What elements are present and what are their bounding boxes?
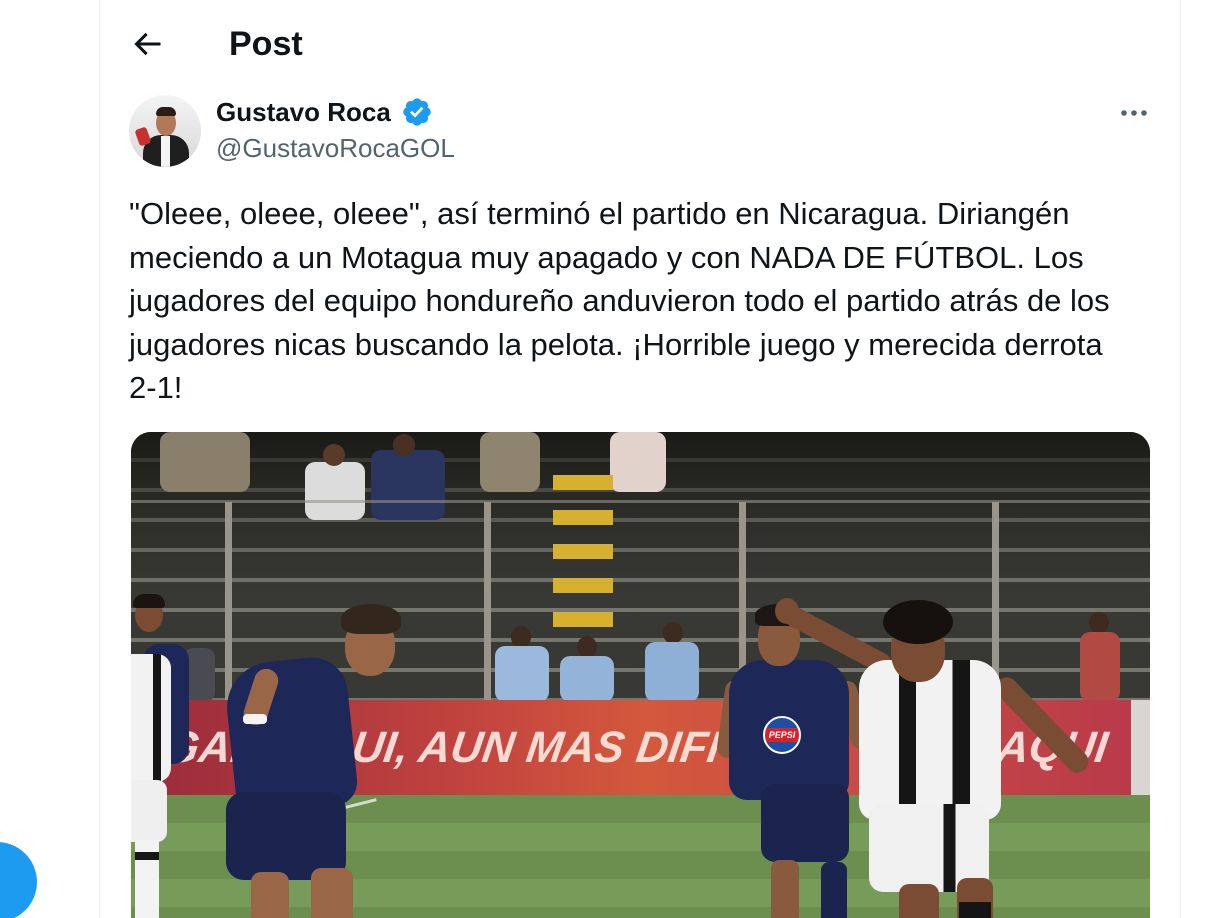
verified-badge-icon xyxy=(403,98,431,126)
author-handle[interactable]: @GustavoRocaGOL xyxy=(216,132,455,164)
avatar[interactable] xyxy=(129,95,201,167)
author-name-row: Gustavo Roca xyxy=(216,96,433,128)
avatar-shirt xyxy=(161,136,170,167)
tweet-text-line: jugadores nicas buscando la pelota. ¡Hor… xyxy=(129,326,1103,362)
compose-button[interactable] xyxy=(0,842,37,918)
player-sock xyxy=(959,902,991,918)
page-title: Post xyxy=(229,25,303,63)
column-border-left xyxy=(99,0,100,918)
tweet-text: "Oleee, oleee, oleee", así terminó el pa… xyxy=(129,192,1110,410)
more-horizontal-icon xyxy=(1121,110,1147,116)
compose-button-clip xyxy=(0,840,37,918)
tweet-photo[interactable]: GAR QUI, AUN MAS DIFI R AQUI PEPSI xyxy=(131,432,1150,918)
column-border-right xyxy=(1180,0,1181,918)
player-hand xyxy=(775,598,799,624)
player-torso xyxy=(859,660,1001,820)
author-name[interactable]: Gustavo Roca xyxy=(216,96,391,128)
tweet-text-line: "Oleee, oleee, oleee", así terminó el pa… xyxy=(129,196,1070,231)
arrow-left-icon xyxy=(134,32,161,56)
more-options-button[interactable] xyxy=(1117,100,1151,126)
player-leg xyxy=(899,884,939,918)
tweet-text-line: meciendo a un Motagua muy apagado y con … xyxy=(129,239,1084,275)
photo-player xyxy=(131,432,1150,918)
avatar-hair xyxy=(156,107,176,116)
player-arm xyxy=(991,672,1093,778)
player-hair xyxy=(883,600,953,644)
back-button[interactable] xyxy=(129,26,165,62)
tweet-text-line: 2-1! xyxy=(129,370,183,405)
tweet-text-line: jugadores del equipo hondureño anduviero… xyxy=(129,283,1110,318)
